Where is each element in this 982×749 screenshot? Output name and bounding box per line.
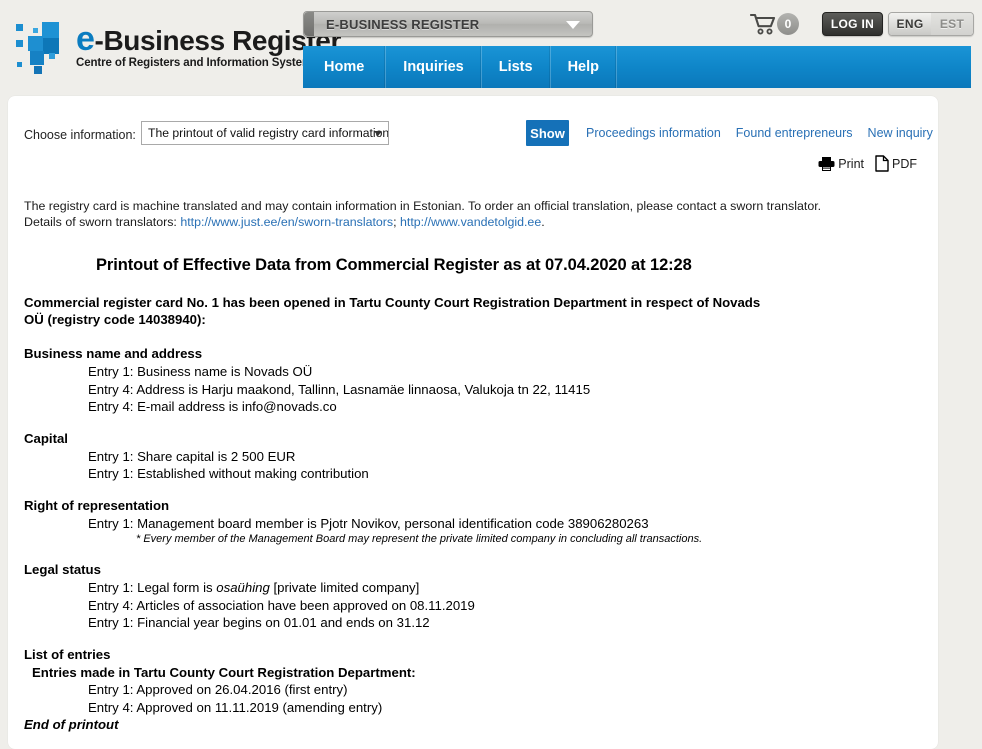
pdf-button[interactable]: PDF: [875, 155, 917, 172]
pdf-label: PDF: [892, 156, 917, 171]
link-new-inquiry[interactable]: New inquiry: [868, 126, 933, 140]
section-heading: Legal status: [24, 562, 101, 577]
information-type-value: The printout of valid registry card info…: [148, 126, 388, 140]
entry-line: Entry 4: E-mail address is info@novads.c…: [88, 399, 337, 414]
entry-suffix: [private limited company]: [269, 580, 420, 595]
entry-line: Entry 4: Approved on 11.11.2019 (amendin…: [88, 699, 383, 715]
disclaimer-prefix: Details of sworn translators:: [24, 214, 181, 229]
logo-subtitle: Centre of Registers and Information Syst…: [76, 57, 319, 69]
print-button[interactable]: Print: [818, 156, 864, 172]
section-right-of-representation: Right of representation Entry 1: Managem…: [24, 498, 924, 548]
entry-line: Entry 1: Established without making cont…: [88, 466, 369, 481]
section-heading: List of entries: [24, 646, 111, 662]
entry-line: Entry 1: Share capital is 2 500 EUR: [88, 448, 296, 464]
register-selector-label: E-BUSINESS REGISTER: [326, 16, 480, 32]
entry-line: Entry 4: Address is Harju maakond, Talli…: [88, 381, 591, 397]
entry-prefix: Entry 1: Legal form is: [88, 580, 217, 595]
section-legal-status: Legal status Entry 1: Legal form is osaü…: [24, 562, 924, 632]
inquiry-toolbar: Choose information: The printout of vali…: [8, 96, 938, 172]
nav-item-help[interactable]: Help: [551, 46, 617, 88]
section-capital: Capital Entry 1: Share capital is 2 500 …: [24, 431, 924, 483]
content-panel: Choose information: The printout of vali…: [8, 96, 938, 749]
document-page-icon: [875, 155, 889, 172]
choose-information-label: Choose information:: [24, 128, 136, 142]
logo-text: e-Business Register Centre of Registers …: [76, 22, 341, 69]
representation-footnote: * Every member of the Management Board m…: [136, 533, 703, 545]
cart-count-badge: 0: [777, 13, 799, 35]
section-business-name-and-address: Business name and address Entry 1: Busin…: [24, 346, 924, 416]
registry-card-printout: Printout of Effective Data from Commerci…: [24, 256, 924, 747]
entry-line: Entry 1: Business name is Novads OÜ: [88, 364, 313, 379]
shopping-cart-button[interactable]: 0: [750, 12, 799, 36]
main-navigation: Home Inquiries Lists Help: [303, 46, 971, 88]
language-option-est[interactable]: EST: [931, 13, 973, 35]
link-sworn-translators-just[interactable]: http://www.just.ee/en/sworn-translators: [180, 215, 393, 229]
entry-line: Entry 1: Financial year begins on 01.01 …: [88, 615, 430, 630]
logo-title: e-Business Register: [76, 22, 341, 56]
show-button[interactable]: Show: [526, 120, 569, 146]
printout-intro: Commercial register card No. 1 has been …: [24, 295, 761, 327]
site-logo[interactable]: e-Business Register Centre of Registers …: [14, 20, 341, 74]
link-proceedings-information[interactable]: Proceedings information: [586, 126, 721, 140]
register-selector-dropdown[interactable]: E-BUSINESS REGISTER: [303, 11, 593, 37]
shopping-cart-icon: [750, 13, 776, 35]
section-heading: Business name and address: [24, 346, 203, 361]
logo-squares-icon: [14, 22, 72, 74]
link-vandetolgid[interactable]: http://www.vandetolgid.ee: [400, 215, 541, 229]
nav-item-inquiries[interactable]: Inquiries: [386, 46, 482, 88]
nav-item-lists[interactable]: Lists: [482, 46, 551, 88]
entry-line: Entry 4: Articles of association have be…: [88, 597, 475, 613]
section-list-of-entries: List of entries Entries made in Tartu Co…: [24, 647, 924, 733]
print-actions: Print PDF: [818, 155, 917, 172]
language-option-eng[interactable]: ENG: [889, 13, 931, 35]
end-of-printout: End of printout: [24, 717, 119, 732]
page-root: e-Business Register Centre of Registers …: [0, 0, 982, 749]
print-label: Print: [838, 156, 864, 171]
disclaimer-line-2: Details of sworn translators: http://www…: [24, 215, 924, 231]
disclaimer-separator: ;: [393, 214, 401, 229]
site-header: e-Business Register Centre of Registers …: [0, 0, 982, 88]
entries-subheading: Entries made in Tartu County Court Regis…: [32, 664, 416, 680]
printer-icon: [818, 156, 835, 171]
information-type-select[interactable]: The printout of valid registry card info…: [141, 121, 389, 145]
section-heading: Capital: [24, 430, 68, 446]
entry-line: Entry 1: Management board member is Pjot…: [88, 515, 649, 531]
disclaimer-line-1: The registry card is machine translated …: [24, 199, 822, 213]
entry-line: Entry 1: Legal form is osaühing [private…: [24, 579, 924, 597]
entry-line: Entry 1: Approved on 26.04.2016 (first e…: [88, 682, 348, 697]
chevron-down-icon: [374, 131, 382, 136]
section-heading: Right of representation: [24, 497, 170, 513]
chevron-down-icon: [566, 21, 580, 29]
entry-italic-term: osaühing: [216, 580, 270, 595]
link-found-entrepreneurs[interactable]: Found entrepreneurs: [736, 126, 853, 140]
disclaimer-suffix: .: [541, 214, 545, 229]
logo-e-letter: e: [76, 20, 95, 58]
printout-title: Printout of Effective Data from Commerci…: [96, 256, 692, 274]
language-switcher[interactable]: ENG EST: [888, 12, 974, 36]
nav-item-home[interactable]: Home: [303, 46, 387, 88]
login-button[interactable]: LOG IN: [822, 12, 883, 36]
toolbar-links: Proceedings information Found entreprene…: [586, 126, 933, 140]
translation-disclaimer: The registry card is machine translated …: [24, 199, 924, 230]
